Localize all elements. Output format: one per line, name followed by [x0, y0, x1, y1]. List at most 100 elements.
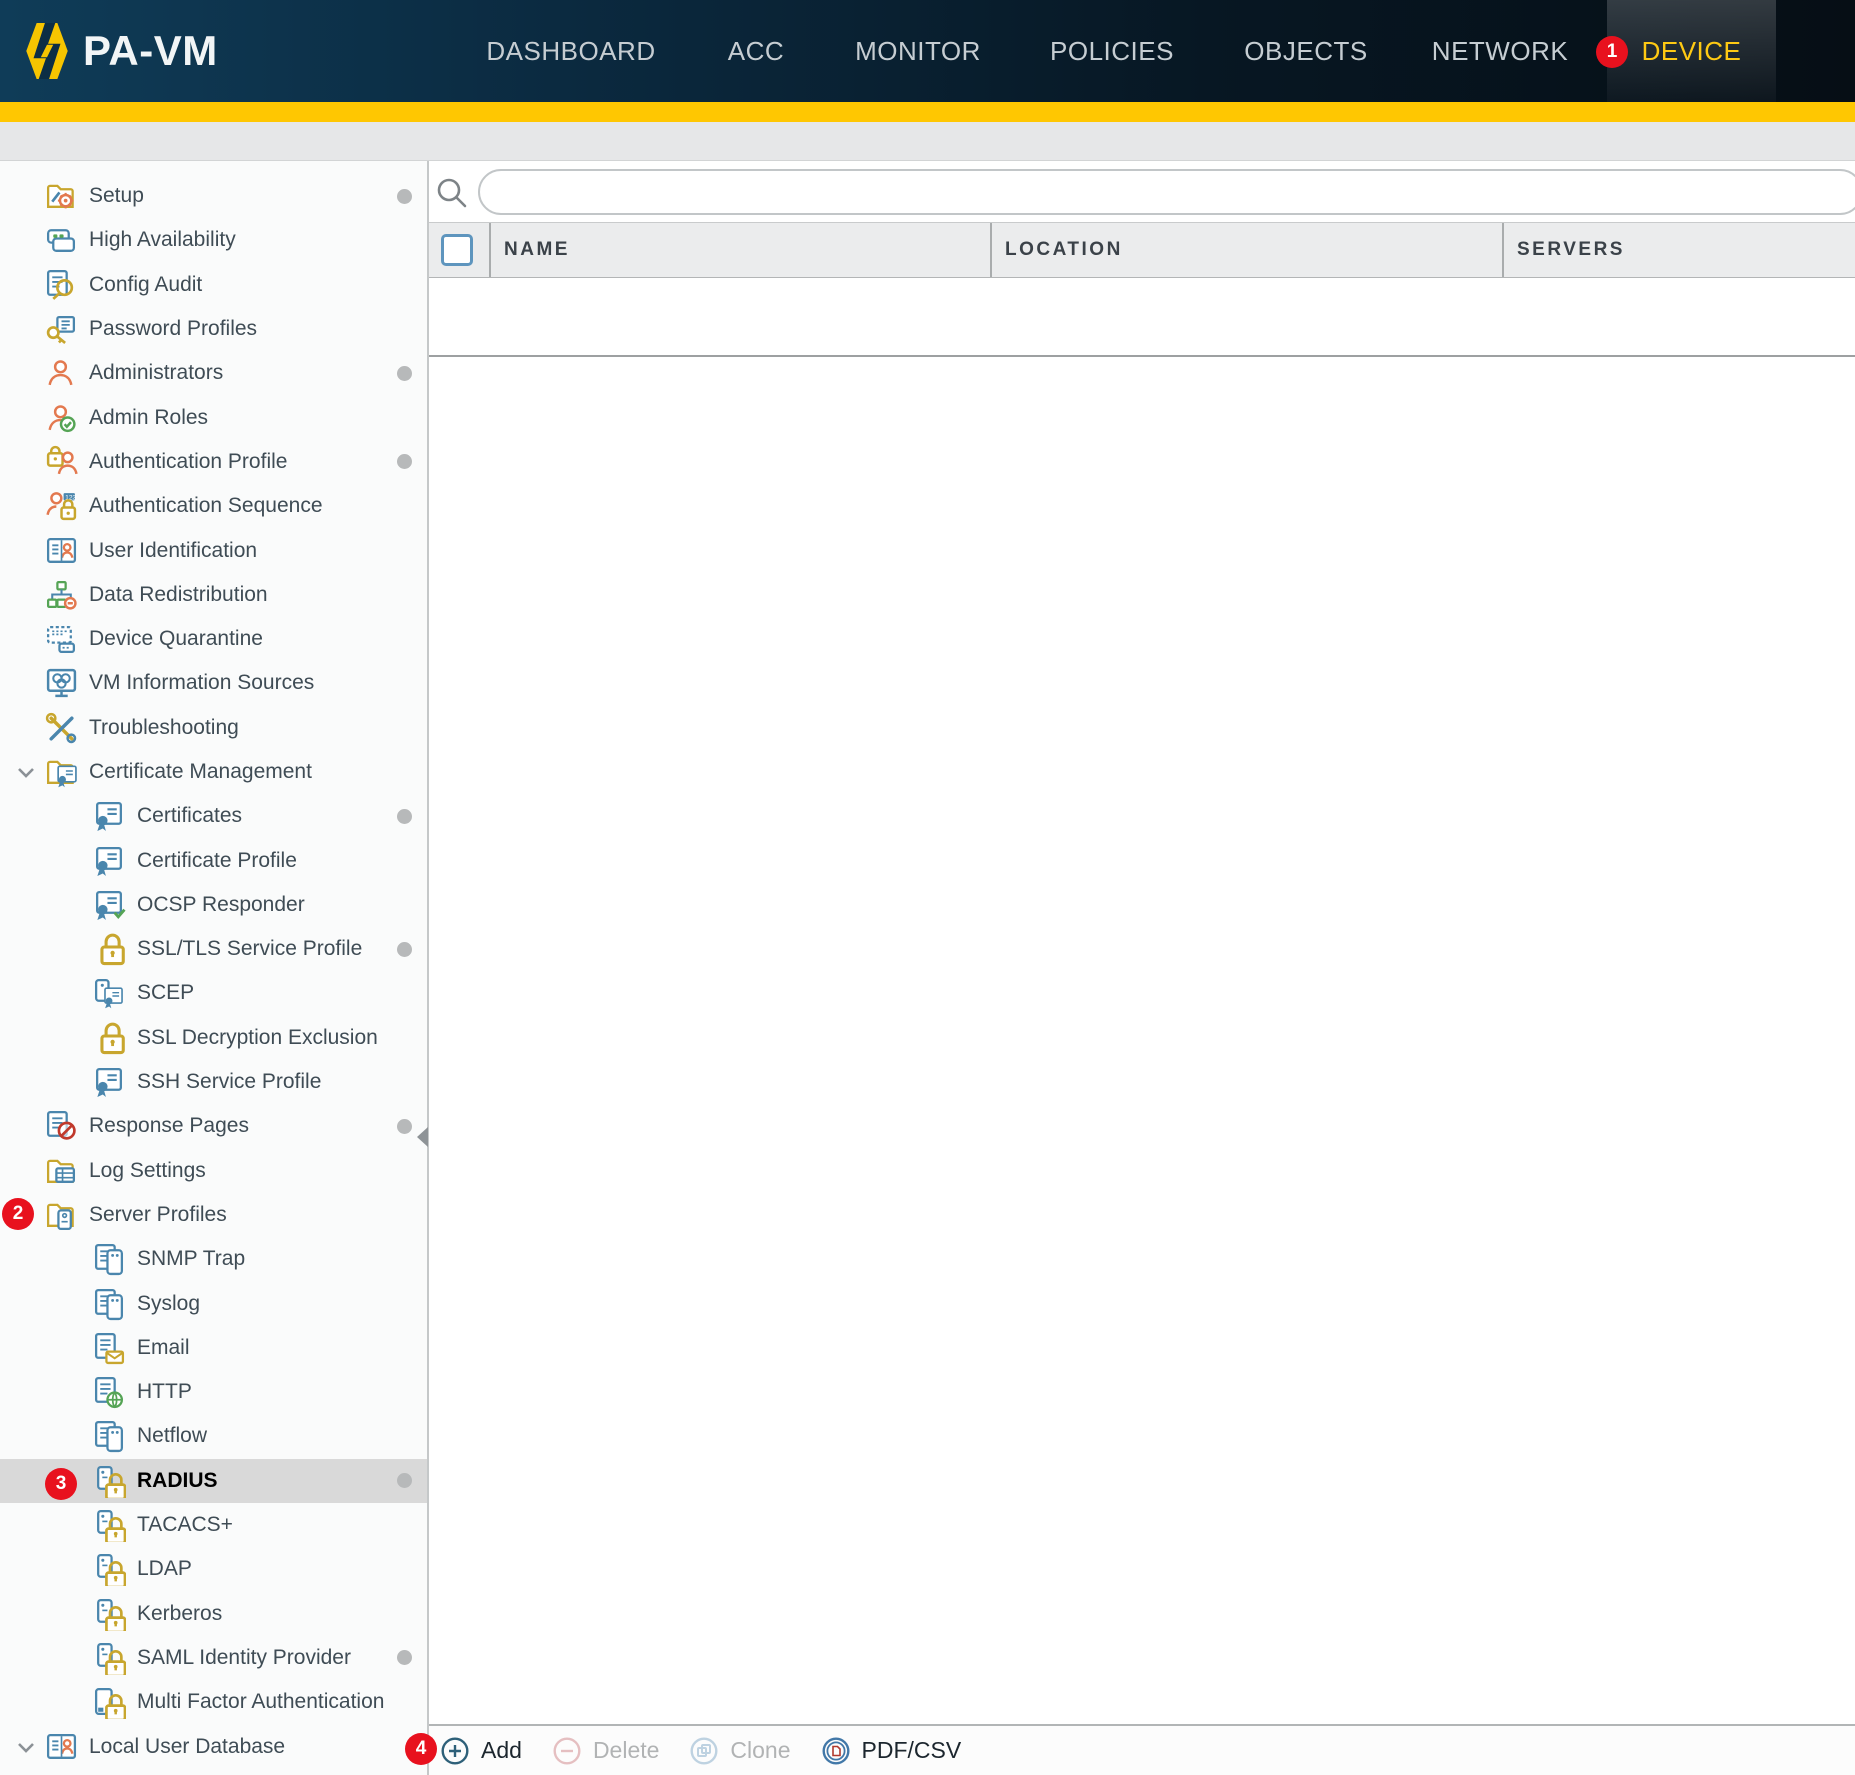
status-dot — [397, 1650, 412, 1665]
pdf-csv-icon — [821, 1736, 851, 1766]
status-dot — [397, 942, 412, 957]
pdf-csv-button[interactable]: PDF/CSV — [821, 1736, 962, 1766]
sidebar-item-vm-information-sources[interactable]: VM Information Sources — [0, 661, 427, 705]
sidebar-item-label: Multi Factor Authentication — [137, 1690, 384, 1714]
sidebar-item-response-pages[interactable]: Response Pages — [0, 1104, 427, 1148]
annotation-badge-1: 1 — [1596, 36, 1628, 68]
sidebar: Setup High Availability Config AuditPasswo… — [0, 161, 429, 1775]
sidebar-item-scep[interactable]: SCEP — [0, 971, 427, 1015]
nav-tab-network[interactable]: NETWORK — [1432, 0, 1568, 102]
sidebar-item-admin-roles[interactable]: Admin Roles — [0, 395, 427, 439]
sidebar-item-certificate-management[interactable]: Certificate Management — [0, 750, 427, 794]
nav-tab-objects[interactable]: OBJECTS — [1244, 0, 1367, 102]
server-profiles-icon — [44, 1198, 78, 1232]
column-header-location[interactable]: LOCATION — [990, 223, 1502, 277]
search-input[interactable] — [478, 169, 1855, 215]
nav-tab-dashboard[interactable]: DASHBOARD — [486, 0, 655, 102]
sidebar-item-ocsp-responder[interactable]: OCSP Responder — [0, 883, 427, 927]
sidebar-item-label: High Availability — [89, 228, 236, 252]
expander-spacer — [8, 1114, 44, 1138]
bottom-toolbar: AddDeleteClonePDF/CSV — [429, 1724, 1855, 1775]
sidebar-item-high-availability[interactable]: High Availability — [0, 218, 427, 262]
expander-chevron-down-icon[interactable] — [8, 1735, 44, 1759]
sidebar-item-tacacs[interactable]: TACACS+ — [0, 1503, 427, 1547]
sidebar-item-multi-factor-authentication[interactable]: Multi Factor Authentication — [0, 1680, 427, 1724]
expander-spacer — [8, 450, 44, 474]
column-header-servers[interactable]: SERVERS — [1502, 223, 1855, 277]
content-area: Setup High Availability Config AuditPasswo… — [0, 161, 1855, 1775]
top-nav: PA-VM DASHBOARD ACC MONITOR POLICIES OBJECTS… — [0, 0, 1855, 102]
device-quarantine-icon — [44, 622, 78, 656]
sidebar-item-ssh-service-profile[interactable]: SSH Service Profile — [0, 1060, 427, 1104]
sidebar-item-label: User Identification — [89, 539, 257, 563]
sidebar-item-netflow[interactable]: Netflow — [0, 1414, 427, 1458]
lock-icon — [92, 932, 126, 966]
table-body-empty — [429, 278, 1855, 357]
email-icon — [92, 1331, 126, 1365]
add-icon — [440, 1736, 470, 1766]
sidebar-item-log-settings[interactable]: Log Settings — [0, 1149, 427, 1193]
clone-button-label: Clone — [730, 1737, 790, 1764]
expander-chevron-down-icon[interactable] — [8, 760, 44, 784]
sidebar-item-device-quarantine[interactable]: Device Quarantine — [0, 617, 427, 661]
sidebar-item-authentication-sequence[interactable]: 123Authentication Sequence — [0, 484, 427, 528]
scep-icon — [92, 976, 126, 1010]
sidebar-item-label: Netflow — [137, 1424, 207, 1448]
sidebar-item-user-identification[interactable]: User Identification — [0, 528, 427, 572]
sidebar-item-kerberos[interactable]: Kerberos — [0, 1592, 427, 1636]
ocsp-responder-icon — [92, 888, 126, 922]
sidebar-item-snmp-trap[interactable]: SNMP Trap — [0, 1237, 427, 1281]
column-header-name[interactable]: NAME — [489, 223, 990, 277]
sidebar-collapse-handle[interactable] — [417, 1127, 428, 1147]
sidebar-item-label: Syslog — [137, 1292, 200, 1316]
clone-icon — [689, 1736, 719, 1766]
sidebar-item-label: Data Redistribution — [89, 583, 268, 607]
server-lock-icon — [92, 1641, 126, 1675]
select-all-checkbox[interactable] — [441, 234, 473, 266]
expander-spacer — [8, 317, 44, 341]
add-button-label: Add — [481, 1737, 522, 1764]
mfa-icon — [92, 1685, 126, 1719]
sidebar-item-label: Authentication Sequence — [89, 494, 323, 518]
add-button[interactable]: Add — [440, 1736, 522, 1766]
sidebar-item-label: OCSP Responder — [137, 893, 305, 917]
sidebar-item-label: SNMP Trap — [137, 1247, 245, 1271]
nav-tab-acc[interactable]: ACC — [728, 0, 784, 102]
delete-icon — [552, 1736, 582, 1766]
sidebar-item-label: Troubleshooting — [89, 716, 239, 740]
brand: PA-VM — [26, 0, 218, 102]
sidebar-item-label: Local User Database — [89, 1735, 285, 1759]
sidebar-item-ssl-tls-service-profile[interactable]: SSL/TLS Service Profile — [0, 927, 427, 971]
sidebar-item-authentication-profile[interactable]: Authentication Profile — [0, 440, 427, 484]
sidebar-item-certificates[interactable]: Certificates — [0, 794, 427, 838]
sidebar-item-label: SSL/TLS Service Profile — [137, 937, 362, 961]
nav-tab-device[interactable]: DEVICE — [1607, 0, 1776, 102]
sidebar-item-data-redistribution[interactable]: Data Redistribution — [0, 573, 427, 617]
sidebar-item-local-user-database[interactable]: Local User Database — [0, 1724, 427, 1768]
sidebar-item-setup[interactable]: Setup — [0, 174, 427, 218]
sidebar-item-label: Email — [137, 1336, 190, 1360]
sidebar-item-config-audit[interactable]: Config Audit — [0, 263, 427, 307]
doc-server-icon — [92, 1419, 126, 1453]
sidebar-item-label: SSH Service Profile — [137, 1070, 321, 1094]
sidebar-item-label: SSL Decryption Exclusion — [137, 1026, 378, 1050]
sidebar-item-ldap[interactable]: LDAP — [0, 1547, 427, 1591]
sidebar-item-saml-identity-provider[interactable]: SAML Identity Provider — [0, 1636, 427, 1680]
data-redistribution-icon — [44, 578, 78, 612]
main-panel: NAME LOCATION SERVERS AddDeleteClonePDF/… — [429, 161, 1855, 1775]
sidebar-item-server-profiles[interactable]: Server Profiles — [0, 1193, 427, 1237]
sidebar-item-http[interactable]: HTTP — [0, 1370, 427, 1414]
sidebar-item-ssl-decryption-exclusion[interactable]: SSL Decryption Exclusion — [0, 1016, 427, 1060]
sidebar-item-troubleshooting[interactable]: Troubleshooting — [0, 706, 427, 750]
nav-tab-policies[interactable]: POLICIES — [1050, 0, 1174, 102]
lock-icon — [92, 1021, 126, 1055]
sidebar-item-certificate-profile[interactable]: Certificate Profile — [0, 838, 427, 882]
sidebar-item-administrators[interactable]: Administrators — [0, 351, 427, 395]
sidebar-item-label: Setup — [89, 184, 144, 208]
nav-tab-monitor[interactable]: MONITOR — [855, 0, 981, 102]
sidebar-item-syslog[interactable]: Syslog — [0, 1281, 427, 1325]
table-header: NAME LOCATION SERVERS — [429, 222, 1855, 278]
sidebar-item-email[interactable]: Email — [0, 1326, 427, 1370]
status-dot — [397, 1119, 412, 1134]
sidebar-item-password-profiles[interactable]: Password Profiles — [0, 307, 427, 351]
